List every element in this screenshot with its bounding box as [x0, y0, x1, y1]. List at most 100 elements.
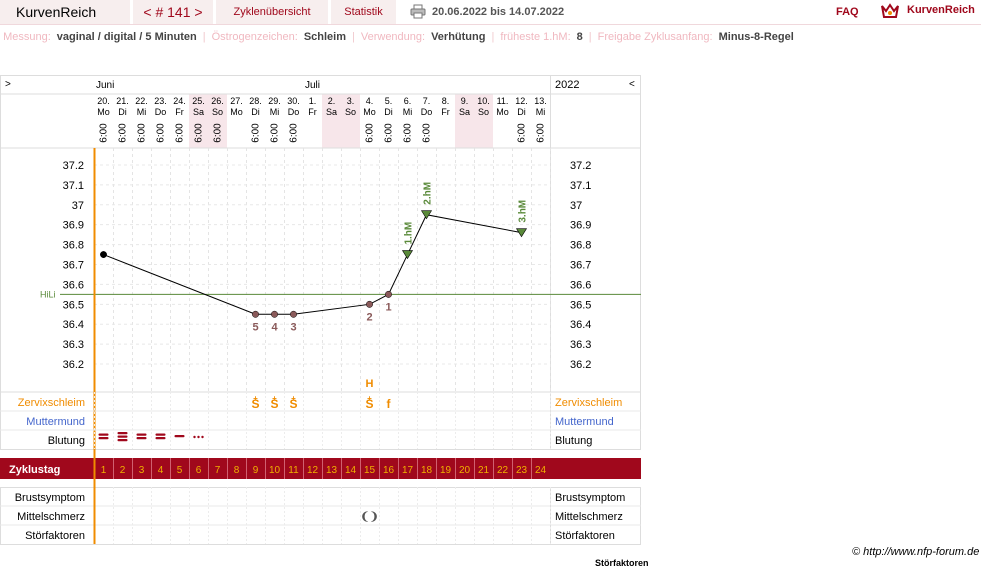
cycle-day-number: 14 [345, 465, 357, 476]
y-tick-label: 37.1 [63, 180, 84, 192]
estrogen-label: Östrogenzeichen: [211, 31, 298, 43]
tab-statistics[interactable]: Statistik [331, 0, 396, 24]
low-measurement-label: 5 [252, 321, 258, 333]
bleeding-spot [201, 435, 204, 439]
y-tick-label-right: 37 [570, 200, 582, 212]
row-label-breast-right: Brustsymptom [555, 492, 625, 504]
y-tick-label: 36.6 [63, 279, 84, 291]
weekday-label: Mo [97, 107, 110, 117]
faq-link[interactable]: FAQ [836, 6, 859, 18]
date-label: 27. [230, 96, 243, 106]
cycle-day-number: 9 [253, 465, 259, 476]
y-tick-label: 36.9 [63, 220, 84, 232]
crown-logo-icon[interactable] [880, 2, 900, 20]
high-measurement-label: 1.hM [404, 222, 415, 245]
cycle-day-number: 4 [158, 465, 164, 476]
weekday-label: Fr [308, 107, 317, 117]
row-label-cervix-right: Muttermund [555, 416, 614, 428]
weekday-label: So [478, 107, 489, 117]
footer-credit[interactable]: © http://www.nfp-forum.de [852, 546, 979, 558]
temperature-point [252, 310, 259, 318]
mucus-mark: S [289, 397, 297, 411]
y-tick-label-right: 36.2 [570, 359, 591, 371]
time-label: 6:00 [175, 123, 186, 143]
weekday-label: Di [517, 107, 526, 117]
cycle-day-number: 3 [139, 465, 145, 476]
time-label: 6:00 [137, 123, 148, 143]
row-label-mucus-right: Zervixschleim [555, 397, 622, 409]
weekday-label: Do [155, 107, 167, 117]
cycle-navigation[interactable]: < # 141 > [133, 0, 213, 24]
bleeding-bar [98, 437, 109, 440]
cycle-day-number: 18 [421, 465, 433, 476]
row-label-breast: Brustsymptom [15, 492, 85, 504]
cycle-info-bar: Messung: vaginal / digital / 5 Minuten | Ös… [0, 24, 981, 49]
release-label: Freigabe Zyklusanfang: [597, 31, 713, 43]
release-value: Minus-8-Regel [718, 31, 794, 43]
y-tick-label-right: 36.7 [570, 260, 591, 272]
cycle-day-number: 23 [516, 465, 528, 476]
cycle-day-number: 24 [535, 465, 547, 476]
mucus-mark: S [251, 397, 259, 411]
row-label-disturbance: Störfaktoren [25, 530, 85, 542]
logo-text[interactable]: KurvenReich [907, 4, 975, 16]
row-label-cervix: Muttermund [26, 416, 85, 428]
mucus-mark: S [365, 397, 373, 411]
printer-icon[interactable] [410, 4, 426, 19]
temperature-point [366, 300, 373, 308]
low-measurement-label: 1 [385, 301, 391, 313]
y-tick-label-right: 36.5 [570, 299, 591, 311]
time-label: 6:00 [517, 123, 528, 143]
cycle-day-number: 15 [364, 465, 376, 476]
bleeding-bar [136, 437, 147, 440]
time-label: 6:00 [384, 123, 395, 143]
mucus-mark: S [270, 397, 278, 411]
usage-label: Verwendung: [360, 31, 426, 43]
cycle-day-number: 13 [326, 465, 338, 476]
bleeding-bar [136, 433, 147, 436]
weekday-label: Mo [230, 107, 243, 117]
time-label: 6:00 [213, 123, 224, 143]
date-label: 22. [135, 96, 148, 106]
hili-label: HiLi [40, 289, 56, 299]
low-measurement-label: 3 [290, 321, 296, 333]
row-label-bleeding-right: Blutung [555, 435, 592, 447]
bleeding-bar [117, 439, 128, 442]
tab-cycle-overview[interactable]: Zyklenübersicht [216, 0, 328, 24]
weekday-label: So [212, 107, 223, 117]
high-measurement-label: 2.hM [423, 182, 434, 205]
footer-fragment: Störfaktoren [595, 558, 649, 568]
time-label: 6:00 [156, 123, 167, 143]
cycle-day-number: 8 [234, 465, 240, 476]
date-label: 25. [192, 96, 205, 106]
cycle-day-number: 20 [459, 465, 471, 476]
time-label: 6:00 [289, 123, 300, 143]
cycle-day-number: 17 [402, 465, 414, 476]
date-label: 9. [461, 96, 469, 106]
weekday-label: Fr [175, 107, 184, 117]
temperature-point [100, 251, 107, 258]
time-label: 6:00 [118, 123, 129, 143]
cycle-day-number: 1 [101, 465, 107, 476]
weekday-label: Mi [137, 107, 147, 117]
app-title[interactable]: KurvenReich [0, 0, 130, 24]
date-label: 28. [249, 96, 262, 106]
cycle-day-number: 22 [497, 465, 509, 476]
prev-cycle-arrow: > [5, 79, 11, 90]
cycle-day-number: 21 [478, 465, 490, 476]
y-tick-label: 36.4 [63, 319, 84, 331]
cycle-chart: > <2022Juni Juli20.Mo6:0021.Di6:0022.Mi6:0… [0, 75, 641, 545]
mittelschmerz-mark: ❨❩ [360, 511, 378, 523]
row-label-mittelschmerz-right: Mittelschmerz [555, 511, 623, 523]
time-label: 6:00 [194, 123, 205, 143]
bleeding-spot [197, 435, 200, 439]
weekday-label: Mi [270, 107, 280, 117]
date-label: 24. [173, 96, 186, 106]
y-tick-label: 37.2 [63, 160, 84, 172]
weekday-label: Mi [536, 107, 546, 117]
date-label: 4. [366, 96, 374, 106]
date-label: 10. [477, 96, 490, 106]
earliest-hm-label: früheste 1.hM: [500, 31, 571, 43]
weekday-label: Do [421, 107, 433, 117]
temperature-point [271, 310, 278, 318]
